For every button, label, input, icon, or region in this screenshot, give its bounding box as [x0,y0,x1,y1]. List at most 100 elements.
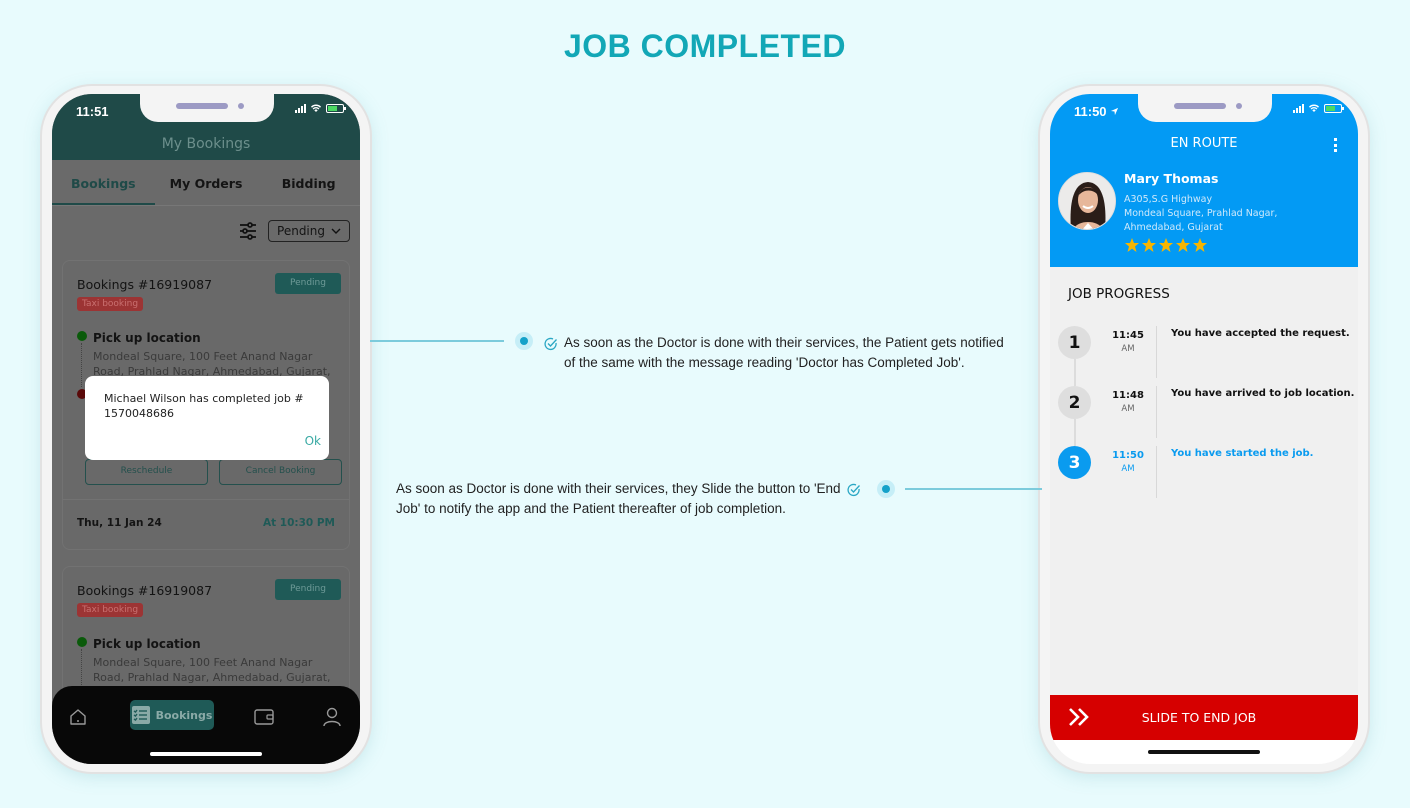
check-circle-icon [544,337,557,351]
job-completed-dialog: Michael Wilson has completed job # 15700… [85,376,329,460]
status-filter-select[interactable]: Pending [268,220,350,242]
step-text: You have arrived to job location. [1171,388,1355,399]
progress-step: 2 11:48 AM You have arrived to job locat… [1058,386,1358,446]
home-indicator [1148,750,1260,754]
reschedule-button[interactable]: Reschedule [85,459,208,485]
star-icon [1142,238,1156,252]
location-arrow-icon [1111,107,1119,116]
dialog-ok-button[interactable]: Ok [305,434,321,448]
nav-bookings[interactable]: Bookings [130,700,214,730]
booking-title: Bookings #16919087 [77,583,213,598]
booking-tabs: Bookings My Orders Bidding [52,160,360,206]
tab-bidding[interactable]: Bidding [257,160,360,205]
chevron-down-icon [331,228,341,234]
customer-name: Mary Thomas [1124,171,1219,186]
customer-address: A305,S.G Highway Mondeal Square, Prahlad… [1124,194,1278,233]
step-text: You have started the job. [1171,448,1314,459]
dialog-message: Michael Wilson has completed job # 15700… [104,392,304,420]
status-badge: Pending [275,579,341,600]
doctor-screen: 11:50 EN ROUTE Mary Thomas A305,S.G High… [1050,94,1358,764]
booking-type-badge: Taxi booking [77,297,144,311]
home-indicator [150,752,262,756]
slide-to-end-job-button[interactable]: SLIDE TO END JOB [1050,695,1358,740]
job-progress-title: JOB PROGRESS [1068,286,1170,302]
step-ampm: AM [1121,464,1135,474]
nav-wallet[interactable] [252,704,276,730]
profile-icon [323,707,341,727]
route-line [81,343,82,387]
step-text: You have accepted the request. [1171,328,1350,339]
filter-row: Pending [238,220,350,242]
status-filter-value: Pending [277,224,325,238]
divider [63,499,349,500]
annotation-node-icon [515,332,533,350]
star-icon [1125,238,1139,252]
bottom-nav: Bookings [52,686,360,764]
header-title: EN ROUTE [1170,136,1238,151]
step-ampm: AM [1121,404,1135,414]
pickup-label: Pick up location [93,637,201,651]
nav-home[interactable] [66,704,90,730]
annotation-node-icon [877,480,895,498]
customer-avatar [1058,172,1116,230]
bottom-area [1050,740,1358,764]
step-ampm: AM [1121,344,1135,354]
step-number: 2 [1058,386,1091,419]
home-icon [70,709,86,725]
star-icon [1159,238,1173,252]
booking-time: At 10:30 PM [262,517,335,529]
wifi-icon [311,104,321,112]
patient-screen: 11:51 My Bookings Bookings My Orders Bid… [52,94,360,764]
notch [1138,94,1272,122]
signal-icon [295,103,306,113]
rating-stars [1124,237,1208,253]
step-connector [1074,419,1076,446]
step-number: 1 [1058,326,1091,359]
battery-icon [1324,103,1344,113]
annotation-slide-end-job: As soon as Doctor is done with their ser… [396,481,841,516]
more-options-icon[interactable] [1334,138,1338,152]
nav-profile[interactable] [320,704,344,730]
wifi-icon [1309,104,1319,112]
divider [1156,446,1157,498]
step-connector [1074,359,1076,386]
status-badge: Pending [275,273,341,294]
booking-type-badge: Taxi booking [77,603,144,617]
patient-phone-frame: 11:51 My Bookings Bookings My Orders Bid… [42,86,370,772]
sliders-icon[interactable] [238,221,258,241]
booking-title: Bookings #16919087 [77,277,213,292]
star-icon [1176,238,1190,252]
step-number: 3 [1058,446,1091,479]
nav-bookings-label: Bookings [155,708,213,722]
annotation-connector [905,488,1042,490]
checklist-icon [131,706,150,724]
page-title: JOB COMPLETED [563,28,847,64]
divider [1156,326,1157,378]
header-title: My Bookings [161,136,251,152]
check-circle-icon [847,483,860,497]
status-time: 11:51 [76,104,109,119]
pickup-dot-icon [77,331,87,341]
doctor-phone-frame: 11:50 EN ROUTE Mary Thomas A305,S.G High… [1040,86,1368,772]
status-time: 11:50 [1074,104,1119,119]
signal-icon [1293,103,1304,113]
divider [1156,386,1157,438]
notch [140,94,274,122]
annotation-connector [370,340,504,342]
pickup-label: Pick up location [93,331,201,345]
step-time: 11:50 [1112,450,1144,461]
tab-bookings[interactable]: Bookings [52,160,155,205]
star-icon [1193,238,1207,252]
pickup-dot-icon [77,637,87,647]
battery-icon [326,103,346,113]
progress-step-active: 3 11:50 AM You have started the job. [1058,446,1358,506]
progress-step: 1 11:45 AM You have accepted the request… [1058,326,1358,386]
booking-date: Thu, 11 Jan 24 [77,517,162,529]
step-time: 11:48 [1112,390,1144,401]
wallet-icon [254,709,274,725]
slide-button-label: SLIDE TO END JOB [1141,710,1257,725]
cancel-booking-button[interactable]: Cancel Booking [219,459,342,485]
tab-my-orders[interactable]: My Orders [155,160,258,205]
annotation-patient-notified: As soon as the Doctor is done with their… [564,335,1004,370]
step-time: 11:45 [1112,330,1144,341]
